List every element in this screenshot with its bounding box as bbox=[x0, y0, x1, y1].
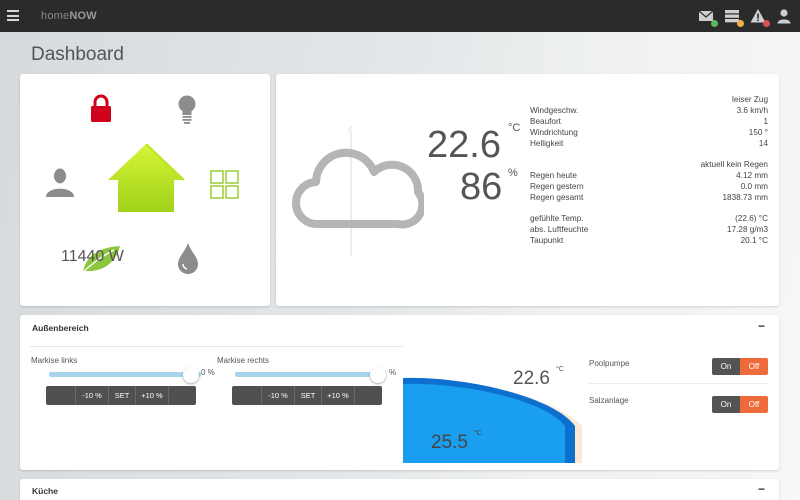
notification-badge bbox=[711, 20, 718, 27]
blind-right-label: Markise rechts bbox=[217, 356, 270, 365]
pool-target-temperature: 22.6 bbox=[513, 368, 550, 389]
pool-pump-on-button[interactable]: On bbox=[712, 358, 740, 375]
blank-button bbox=[169, 386, 196, 405]
weather-panel: 22.6 °C 86 % leiser Zug Windgeschw. 3.6 k… bbox=[276, 74, 779, 306]
wind-status: leiser Zug bbox=[732, 95, 768, 104]
cloud-icon bbox=[292, 144, 427, 235]
menu-icon[interactable] bbox=[7, 10, 19, 21]
weather-row: Taupunkt 20.1 °C bbox=[530, 236, 768, 245]
window-grid-icon[interactable] bbox=[210, 170, 239, 204]
pool-actual-unit: °C bbox=[474, 430, 482, 437]
rain-status: aktuell kein Regen bbox=[700, 160, 768, 169]
section-title: Küche bbox=[32, 486, 58, 496]
pool-pump-label: Poolpumpe bbox=[589, 359, 630, 368]
blind-right-percent: % bbox=[389, 368, 397, 377]
collapse-button[interactable]: − bbox=[758, 319, 765, 333]
weather-row: Windrichtung 150 ° bbox=[530, 128, 768, 137]
warning-icon[interactable] bbox=[750, 8, 770, 27]
brand-logo[interactable]: homeNOW bbox=[41, 10, 97, 22]
weather-row: Regen gesamt 1838.73 mm bbox=[530, 193, 768, 202]
blind-left-plus-button[interactable]: +10 % bbox=[136, 386, 169, 405]
weather-row: Regen gestern 0.0 mm bbox=[530, 182, 768, 191]
light-bulb-icon[interactable] bbox=[176, 94, 198, 129]
mail-icon[interactable] bbox=[698, 8, 718, 27]
home-overview-panel: 11440 W bbox=[20, 74, 270, 306]
blind-left-percent: 0 % bbox=[201, 368, 215, 377]
weather-row: abs. Luftfeuchte 17.28 g/m3 bbox=[530, 225, 768, 234]
weather-details: leiser Zug Windgeschw. 3.6 km/h Beaufort 1… bbox=[530, 94, 768, 246]
divider bbox=[30, 346, 405, 347]
salt-system-on-button[interactable]: On bbox=[712, 396, 740, 413]
page-title: Dashboard bbox=[31, 44, 124, 65]
blind-right-set-button[interactable]: SET bbox=[295, 386, 322, 405]
divider bbox=[589, 383, 769, 384]
section-title: Außenbereich bbox=[32, 323, 89, 333]
pool-pump-off-button[interactable]: Off bbox=[740, 358, 768, 375]
water-drop-icon[interactable] bbox=[177, 242, 199, 279]
weather-row: gefühlte Temp. (22.6) °C bbox=[530, 214, 768, 223]
blind-left-label: Markise links bbox=[31, 356, 78, 365]
blind-right-minus-button[interactable]: -10 % bbox=[262, 386, 295, 405]
collapse-button[interactable]: − bbox=[758, 482, 765, 496]
outdoor-section: Außenbereich − Markise links 0 % -10 % S… bbox=[20, 315, 779, 470]
person-icon[interactable] bbox=[45, 167, 75, 202]
server-icon[interactable] bbox=[724, 8, 744, 27]
pool-actual-temperature: 25.5 bbox=[431, 432, 468, 453]
notification-badge bbox=[737, 20, 744, 27]
salt-system-off-button[interactable]: Off bbox=[740, 396, 768, 413]
salt-system-toggle: On Off bbox=[712, 396, 768, 413]
blind-left-set-button[interactable]: SET bbox=[109, 386, 136, 405]
blind-right-slider-handle[interactable] bbox=[370, 367, 386, 383]
outdoor-humidity: 86 bbox=[460, 166, 503, 208]
notification-badge bbox=[763, 20, 770, 27]
weather-row: Helligkeit 14 bbox=[530, 139, 768, 148]
top-bar: homeNOW bbox=[0, 0, 800, 32]
pool-water-icon bbox=[403, 377, 582, 463]
weather-row: Regen heute 4.12 mm bbox=[530, 171, 768, 180]
salt-system-label: Salzanlage bbox=[589, 396, 629, 405]
weather-row: Windgeschw. 3.6 km/h bbox=[530, 106, 768, 115]
blind-right-slider[interactable] bbox=[235, 372, 385, 377]
blind-right-plus-button[interactable]: +10 % bbox=[322, 386, 355, 405]
blind-left-slider-handle[interactable] bbox=[183, 367, 199, 383]
weather-row: Beaufort 1 bbox=[530, 117, 768, 126]
blank-button bbox=[355, 386, 382, 405]
user-icon[interactable] bbox=[776, 8, 792, 24]
pool-pump-toggle: On Off bbox=[712, 358, 768, 375]
kitchen-section: Küche − bbox=[20, 479, 779, 500]
blind-right-controls: -10 % SET +10 % bbox=[232, 386, 382, 405]
blind-left-controls: -10 % SET +10 % bbox=[46, 386, 196, 405]
pool-widget: 22.6 °C 25.5 °C bbox=[403, 346, 582, 463]
pool-target-unit: °C bbox=[556, 366, 564, 373]
temperature-unit: °C bbox=[508, 122, 521, 134]
blind-left-slider[interactable] bbox=[49, 372, 201, 377]
blind-left-minus-button[interactable]: -10 % bbox=[76, 386, 109, 405]
house-icon[interactable] bbox=[106, 142, 186, 219]
lock-icon[interactable] bbox=[90, 94, 112, 129]
humidity-unit: % bbox=[508, 167, 518, 179]
outdoor-temperature: 22.6 bbox=[427, 124, 501, 166]
blank-button bbox=[232, 386, 262, 405]
power-consumption: 11440 W bbox=[61, 248, 124, 265]
blank-button bbox=[46, 386, 76, 405]
